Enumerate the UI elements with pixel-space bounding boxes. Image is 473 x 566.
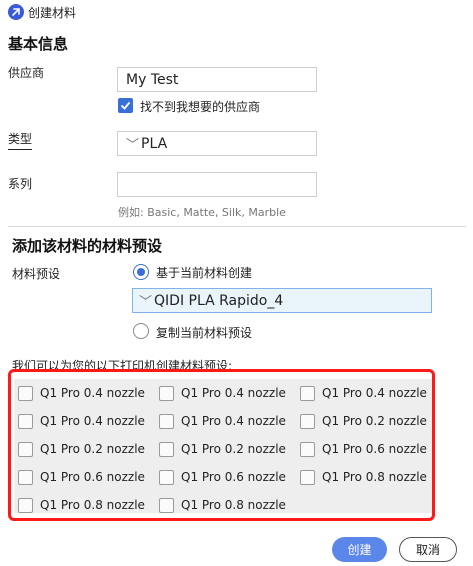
vendor-input[interactable]: My Test <box>117 67 317 92</box>
type-select-value: PLA <box>141 135 168 152</box>
copy-preset-radio[interactable] <box>133 323 149 339</box>
preset-section-heading: 添加该材料的材料预设 <box>12 237 163 255</box>
current-material-select[interactable]: ﹀ QIDI PLA Rapido_4 <box>132 288 432 313</box>
series-label: 系列 <box>8 177 33 191</box>
window-title: 创建材料 <box>28 6 77 20</box>
type-select[interactable]: ﹀ PLA <box>117 131 317 156</box>
create-from-current-radio[interactable] <box>133 264 149 280</box>
vendor-not-found-checkbox[interactable] <box>118 98 133 113</box>
series-input[interactable] <box>117 172 317 197</box>
copy-preset-label: 复制当前材料预设 <box>156 326 253 340</box>
current-material-value: QIDI PLA Rapido_4 <box>154 292 284 309</box>
cancel-button[interactable]: 取消 <box>399 537 457 562</box>
app-logo-icon <box>8 4 24 20</box>
vendor-label: 供应商 <box>8 66 45 80</box>
series-hint: 例如: Basic, Matte, Silk, Marble <box>118 206 286 219</box>
preset-label: 材料预设 <box>12 267 61 281</box>
basic-info-heading: 基本信息 <box>8 35 69 53</box>
chevron-down-icon: ﹀ <box>139 295 153 310</box>
title-bar: 创建材料 <box>0 0 473 24</box>
section-divider <box>8 226 466 227</box>
chevron-down-icon: ﹀ <box>126 138 140 153</box>
vendor-input-value: My Test <box>126 71 179 88</box>
type-label: 类型 <box>8 130 33 150</box>
create-button[interactable]: 创建 <box>332 537 387 562</box>
highlight-annotation-box <box>8 369 435 521</box>
vendor-not-found-label: 找不到我想要的供应商 <box>140 100 261 114</box>
create-from-current-label: 基于当前材料创建 <box>156 266 253 280</box>
